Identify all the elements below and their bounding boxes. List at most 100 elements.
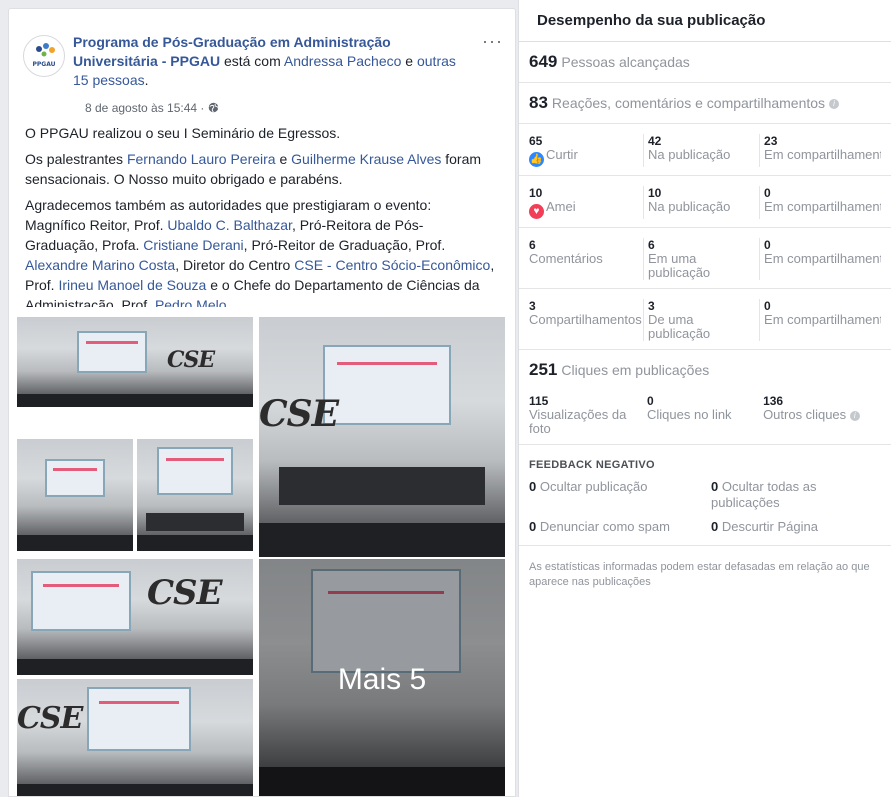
stat-cell: 10 Na publicação bbox=[643, 186, 759, 219]
clicks-value: 251 bbox=[529, 360, 558, 379]
speaker-link-1[interactable]: Fernando Lauro Pereira bbox=[127, 151, 276, 167]
cse-page-link[interactable]: CSE - Centro Sócio-Econômico bbox=[294, 257, 490, 273]
post-date-text: 8 de agosto às 15:44 · bbox=[85, 101, 208, 115]
tagged-person-link[interactable]: Andressa Pacheco bbox=[284, 53, 402, 69]
panel-title: Desempenho da sua publicação bbox=[519, 0, 891, 42]
stat-row-love: 10 ♥ Amei 10 Na publicação 0 Em compartilha… bbox=[519, 176, 891, 228]
neg-label: Ocultar todas as publicações bbox=[711, 479, 817, 510]
love-icon: ♥ bbox=[529, 204, 544, 219]
stat-label: Outros cliques bbox=[763, 407, 847, 422]
more-options-icon[interactable]: ··· bbox=[482, 31, 503, 52]
neg-hide-post: 0 Ocultar publicação bbox=[529, 479, 711, 511]
end-punct: . bbox=[144, 72, 149, 88]
more-photos-label: Mais 5 bbox=[337, 663, 427, 696]
text: , Diretor do Centro bbox=[175, 257, 295, 273]
stat-cell: 65 👍 Curtir bbox=[529, 134, 643, 167]
photo-7[interactable]: CSE bbox=[17, 679, 253, 796]
post-title: Programa de Pós-Graduação em Administraç… bbox=[73, 33, 473, 90]
more-photos-overlay[interactable]: Mais 5 bbox=[259, 559, 505, 796]
stat-row-shares: 3 Compartilhamentos 3 De uma publicação 0E… bbox=[519, 289, 891, 350]
cse-sign: CSE bbox=[17, 701, 83, 736]
clicks-label: Cliques em publicações bbox=[561, 362, 710, 378]
stat-cell: 10 ♥ Amei bbox=[529, 186, 643, 219]
page-avatar[interactable]: PPGAU bbox=[23, 35, 65, 77]
photo-4[interactable] bbox=[137, 439, 253, 551]
person-link-diretor[interactable]: Irineu Manoel de Souza bbox=[58, 277, 206, 293]
info-icon[interactable]: i bbox=[849, 410, 860, 421]
stat-row-comments: 6 Comentários 6 Em uma publicação 0 Em comp… bbox=[519, 228, 891, 289]
photo-grid: CSE CSE CSE Mais 5 CSE bbox=[9, 307, 515, 796]
stat-label: Em uma publicação bbox=[648, 251, 711, 280]
neg-label: Denunciar como spam bbox=[536, 519, 670, 534]
stat-label: Visualizações da foto bbox=[529, 407, 627, 436]
reach-row: 649 Pessoas alcançadas bbox=[519, 42, 891, 83]
stat-cell: 0Em compartilhamentos bbox=[759, 238, 881, 280]
globe-icon bbox=[208, 102, 219, 113]
info-icon[interactable]: i bbox=[828, 99, 839, 110]
stat-value: 3 bbox=[648, 299, 655, 313]
stat-label: Na publicação bbox=[648, 147, 731, 162]
reactions-row: 83 Reações, comentários e compartilhament… bbox=[519, 83, 891, 124]
stat-value: 6 bbox=[648, 238, 655, 252]
stat-label: Comentários bbox=[529, 251, 603, 266]
stat-cell: 3 Compartilhamentos bbox=[529, 299, 643, 341]
stat-label: Em compartilhamentos bbox=[764, 147, 881, 162]
stat-value: 0 bbox=[764, 299, 771, 313]
reactions-label: Reações, comentários e compartilhamentos bbox=[551, 95, 826, 111]
person-link-pro-reitora[interactable]: Cristiane Derani bbox=[143, 237, 243, 253]
stat-value: 65 bbox=[529, 134, 543, 148]
reactions-value: 83 bbox=[529, 93, 548, 112]
stat-cell: 0Em compartilhamentos bbox=[759, 299, 881, 341]
speaker-link-2[interactable]: Guilherme Krause Alves bbox=[291, 151, 441, 167]
stat-cell: 3 De uma publicação bbox=[643, 299, 759, 341]
cse-sign: CSE bbox=[147, 573, 223, 613]
text: Os palestrantes bbox=[25, 151, 127, 167]
stat-cell: 6 Comentários bbox=[529, 238, 643, 280]
neg-hide-all: 0 Ocultar todas as publicações bbox=[711, 479, 881, 511]
stat-value: 10 bbox=[648, 186, 662, 200]
stat-label: Amei bbox=[546, 199, 576, 214]
stat-cell: 0 Cliques no link bbox=[643, 394, 759, 436]
person-link-pro-reitor[interactable]: Alexandre Marino Costa bbox=[25, 257, 175, 273]
stat-value: 115 bbox=[529, 394, 549, 408]
stat-label: Cliques no link bbox=[647, 407, 732, 422]
stat-label: De uma publicação bbox=[648, 312, 711, 341]
photo-2[interactable]: CSE bbox=[259, 317, 505, 557]
stat-value: 0 bbox=[764, 238, 771, 252]
neg-report-spam: 0 Denunciar como spam bbox=[529, 519, 711, 535]
stat-cell: 115 Visualizações da foto bbox=[529, 394, 643, 436]
person-link-reitor[interactable]: Ubaldo C. Balthazar bbox=[167, 217, 292, 233]
with-text: está com bbox=[220, 53, 284, 69]
neg-unlike-page: 0 Descurtir Página bbox=[711, 519, 881, 535]
negative-feedback-title: FEEDBACK NEGATIVO bbox=[529, 459, 655, 471]
photo-3[interactable] bbox=[17, 439, 133, 551]
stat-label: Em compartilhamentos bbox=[764, 251, 881, 266]
stat-cell: 6 Em uma publicação bbox=[643, 238, 759, 280]
stat-cell: 0Em compartilhamentos bbox=[759, 186, 881, 219]
and-text: e bbox=[401, 53, 417, 69]
stat-value: 0 bbox=[764, 186, 771, 200]
cse-sign: CSE bbox=[167, 347, 215, 373]
stat-label: Em compartilhamentos bbox=[764, 312, 881, 327]
stat-cell: 136 Outros cliques i bbox=[759, 394, 881, 436]
photo-1[interactable]: CSE bbox=[17, 317, 253, 407]
negative-feedback-row: 0 Denunciar como spam 0 Descurtir Página bbox=[519, 513, 891, 537]
stat-label: Curtir bbox=[546, 147, 578, 162]
stat-label: Compartilhamentos bbox=[529, 312, 642, 327]
reach-label: Pessoas alcançadas bbox=[561, 54, 690, 70]
post-date[interactable]: 8 de agosto às 15:44 · bbox=[85, 101, 219, 115]
post-paragraph-1: O PPGAU realizou o seu I Seminário de Eg… bbox=[25, 125, 341, 141]
stat-cell: 23Em compartilhamentos bbox=[759, 134, 881, 167]
stat-row-clicks: 115 Visualizações da foto 0 Cliques no lin… bbox=[519, 384, 891, 445]
like-icon: 👍 bbox=[529, 152, 544, 167]
photo-5[interactable]: CSE bbox=[17, 559, 253, 675]
reach-value: 649 bbox=[529, 52, 558, 71]
text: e bbox=[275, 151, 292, 167]
logo-text: PPGAU bbox=[32, 61, 56, 68]
post-card: PPGAU Programa de Pós-Graduação em Admin… bbox=[8, 8, 516, 797]
neg-label: Descurtir Página bbox=[718, 519, 818, 534]
photo-6-more[interactable]: Mais 5 bbox=[259, 559, 505, 796]
cse-sign: CSE bbox=[259, 393, 339, 435]
neg-label: Ocultar publicação bbox=[536, 479, 648, 494]
stat-value: 0 bbox=[647, 394, 654, 408]
